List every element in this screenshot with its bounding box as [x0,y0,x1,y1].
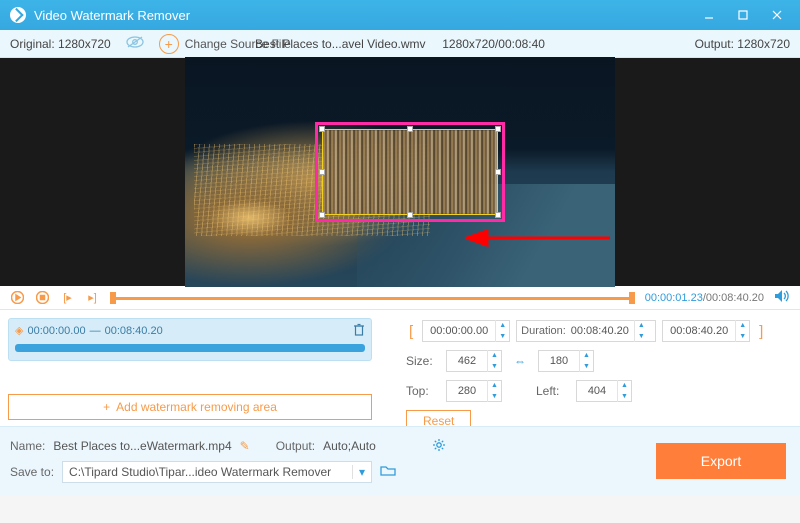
current-time: 00:00:01.23 [645,292,703,304]
spin-down[interactable]: ▼ [496,331,509,342]
spin-down[interactable]: ▼ [618,391,631,402]
annotation-arrow [465,228,615,248]
total-time: /00:08:40.20 [703,292,764,304]
timeline[interactable] [110,294,635,302]
titlebar: Video Watermark Remover [0,0,800,30]
resize-handle-se[interactable] [495,212,501,218]
properties-panel: [ ▲▼ Duration:▲▼ ▲▼ ] Size: ▲▼ ⇔ ▲▼ Top:… [380,310,800,426]
left-label: Left: [536,384,570,398]
output-settings-icon[interactable] [432,438,446,455]
selection-inner[interactable] [322,129,498,215]
size-height-input[interactable]: ▲▼ [538,350,594,372]
resize-handle-n[interactable] [407,126,413,132]
save-path-value: C:\Tipard Studio\Tipar...ideo Watermark … [69,465,331,479]
size-label: Size: [406,354,440,368]
spin-up[interactable]: ▲ [580,350,593,361]
aspect-lock-icon[interactable]: ⇔ [514,354,526,368]
spin-down[interactable]: ▼ [635,331,648,342]
add-source-icon[interactable]: + [159,34,179,54]
video-preview [0,58,800,286]
top-input[interactable]: ▲▼ [446,380,502,402]
time-end-input[interactable]: ▲▼ [662,320,750,342]
main-panel: ◈ 00:00:00.00 — 00:08:40.20 + Add waterm… [0,310,800,426]
resize-handle-e[interactable] [495,169,501,175]
save-path-input[interactable]: C:\Tipard Studio\Tipar...ideo Watermark … [62,461,372,483]
toolbar: Original: 1280x720 + Change Source File … [0,30,800,58]
app-logo-icon [10,7,26,23]
spin-down[interactable]: ▼ [580,361,593,372]
timeline-start-handle[interactable] [110,292,116,304]
change-source-button[interactable]: Change Source File [185,37,291,51]
playback-bar: [▸ ▸] 00:00:01.23/00:08:40.20 [0,286,800,310]
segment-end: 00:08:40.20 [105,325,163,337]
export-button[interactable]: Export [656,443,786,479]
timeline-end-handle[interactable] [629,292,635,304]
size-width-input[interactable]: ▲▼ [446,350,502,372]
save-path-dropdown-icon[interactable]: ▾ [352,465,365,479]
duration-input[interactable]: Duration: ▲▼ [516,320,656,342]
original-resolution: Original: 1280x720 [10,37,111,51]
spin-down[interactable]: ▼ [488,361,501,372]
minimize-button[interactable] [692,0,726,30]
spin-up[interactable]: ▲ [736,320,749,331]
stop-button[interactable] [35,290,50,305]
resize-handle-sw[interactable] [319,212,325,218]
toolbar-center: Best Places to...avel Video.wmv 1280x720… [0,37,800,51]
duration-label: Duration: [517,325,566,337]
spin-up[interactable]: ▲ [618,380,631,391]
add-area-label: Add watermark removing area [116,400,277,414]
output-format: Auto;Auto [323,439,376,453]
resize-handle-s[interactable] [407,212,413,218]
spin-up[interactable]: ▲ [635,320,648,331]
delete-segment-icon[interactable] [353,323,365,339]
name-label: Name: [10,439,45,453]
segment-item[interactable]: ◈ 00:00:00.00 — 00:08:40.20 [8,318,372,361]
app-title: Video Watermark Remover [34,8,190,23]
source-resolution-time: 1280x720/00:08:40 [442,37,545,51]
mark-in-button[interactable]: [▸ [60,290,75,305]
output-resolution: Output: 1280x720 [695,37,790,51]
volume-icon[interactable] [774,289,790,306]
plus-icon: + [103,400,110,414]
video-frame[interactable] [185,57,615,287]
resize-handle-nw[interactable] [319,126,325,132]
spin-down[interactable]: ▼ [736,331,749,342]
mark-out-button[interactable]: ▸] [85,290,100,305]
maximize-button[interactable] [726,0,760,30]
time-start-input[interactable]: ▲▼ [422,320,510,342]
rename-icon[interactable]: ✎ [240,439,250,453]
segment-start: 00:00:00.00 [27,325,85,337]
open-folder-icon[interactable] [380,464,396,480]
saveto-label: Save to: [10,465,54,479]
segment-sep: — [90,325,101,337]
spin-up[interactable]: ▲ [488,380,501,391]
resize-handle-w[interactable] [319,169,325,175]
output-filename: Best Places to...eWatermark.mp4 [53,439,231,453]
preview-toggle-icon[interactable] [125,35,145,52]
output-label: Output: [276,439,315,453]
play-button[interactable] [10,290,25,305]
marker-icon: ◈ [15,324,23,337]
spin-up[interactable]: ▲ [488,350,501,361]
top-label: Top: [406,384,440,398]
spin-up[interactable]: ▲ [496,320,509,331]
resize-handle-ne[interactable] [495,126,501,132]
bracket-open-icon[interactable]: [ [406,323,416,340]
spin-down[interactable]: ▼ [488,391,501,402]
left-input[interactable]: ▲▼ [576,380,632,402]
close-button[interactable] [760,0,794,30]
bracket-close-icon[interactable]: ] [756,323,766,340]
add-watermark-area-button[interactable]: + Add watermark removing area [8,394,372,420]
segments-panel: ◈ 00:00:00.00 — 00:08:40.20 + Add waterm… [0,310,380,426]
segment-track[interactable] [15,344,365,352]
bottom-bar: Name: Best Places to...eWatermark.mp4 ✎ … [0,426,800,495]
